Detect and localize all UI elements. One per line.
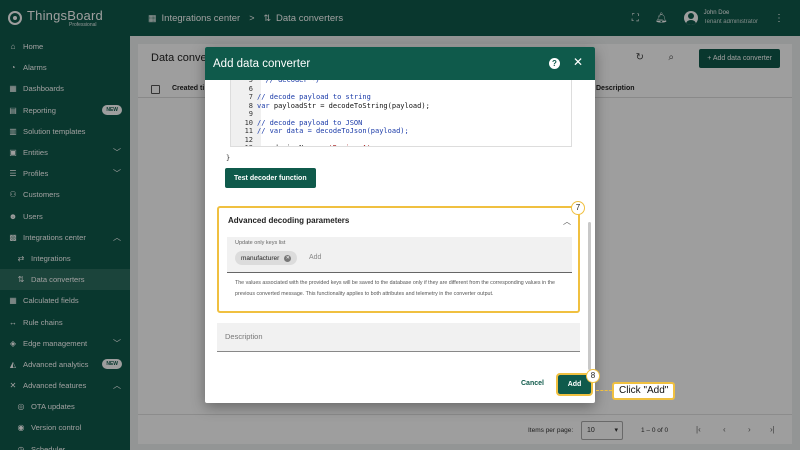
description-label: Description [225,332,263,341]
code-line: 11 // var data = decodeToJson(payload); [231,127,409,136]
decoder-code-editor[interactable]: 5 // decoder */6 7// decode payload to st… [230,80,572,147]
code-line: 6 [231,85,257,94]
update-keys-hint: The values associated with the provided … [235,280,555,297]
dialog-title: Add data converter [213,57,311,70]
code-line: 12 [231,136,257,145]
update-keys-label: Update only keys list [235,240,286,246]
dialog-scrollbar[interactable] [588,222,591,370]
line-number: 8 [248,101,253,110]
line-number: 6 [248,84,253,93]
test-decoder-function-button[interactable]: Test decoder function [225,168,316,188]
code-token: // decode payload to string [257,93,371,101]
help-icon[interactable]: ? [549,58,560,69]
add-key-input[interactable]: Add [309,254,321,261]
code-token: // decode payload to JSON [257,118,363,127]
advanced-decoding-panel: Advanced decoding parameters ︿ Update on… [217,206,580,313]
code-line: 8 var payloadStr = decodeToString(payload… [231,102,430,111]
code-token: payloadStr = decodeToString(payload); [273,101,430,110]
line-number: 11 [244,127,253,135]
code-token: deviceName = [274,144,329,146]
line-number: 9 [248,110,253,118]
cancel-button[interactable]: Cancel [521,380,544,387]
line-number: 13 [231,144,257,146]
step-marker-7: 7 [571,201,585,215]
description-field[interactable]: Description [217,323,580,352]
code-token: 'Device A' [329,144,371,146]
code-token: // decoder */ [265,80,321,84]
code-closing-brace: } [226,154,231,162]
advanced-decoding-title[interactable]: Advanced decoding parameters [228,216,349,225]
code-line: 9 [231,110,257,119]
code-token: ; [371,144,375,146]
chevron-up-icon[interactable]: ︿ [563,216,571,227]
step-marker-8: 8 [586,369,600,383]
line-number: 12 [244,135,253,144]
dialog-footer: Cancel Add [205,367,595,403]
callout-click-add: Click "Add" [612,382,676,400]
code-token: var [257,101,274,110]
update-keys-field[interactable]: Update only keys list manufacturer ✕ Add [227,237,572,273]
close-icon[interactable]: ✕ [573,55,583,69]
line-number: 7 [248,93,253,101]
code-line: 10 // decode payload to JSON [231,118,363,128]
add-data-converter-dialog: Add data converter ? ✕ 5 // decoder */6 7… [205,47,595,403]
code-line: 13var deviceName = 'Device A'; [231,144,375,146]
line-number: 10 [244,118,253,127]
key-chip-label: manufacturer [241,254,280,262]
dialog-header: Add data converter ? ✕ [205,47,595,80]
code-token: // var data = decodeToJson(payload); [257,127,409,135]
code-line: 7 // decode payload to string [231,93,371,102]
code-token: var [257,144,274,146]
key-chip: manufacturer ✕ [235,251,298,265]
callout-connector [596,390,612,391]
remove-chip-icon[interactable]: ✕ [284,254,292,262]
